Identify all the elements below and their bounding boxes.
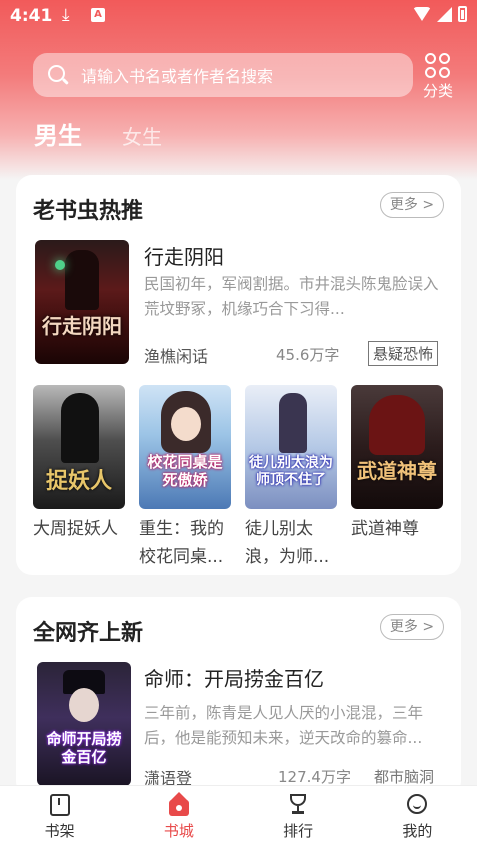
book-word-count: 127.4万字: [278, 768, 351, 786]
nav-label: 我的: [402, 822, 433, 840]
more-button[interactable]: 更多 >: [380, 614, 444, 640]
bookshelf-icon: [48, 794, 72, 816]
status-time: 4:41: [10, 6, 53, 26]
book-word-count: 45.6万字: [276, 346, 340, 364]
more-button[interactable]: 更多 >: [380, 192, 444, 218]
book-cover[interactable]: 捉妖人: [33, 385, 125, 509]
book-title[interactable]: 行走阴阳: [144, 241, 224, 270]
download-icon: ⤓: [62, 5, 70, 25]
nav-profile[interactable]: 我的: [358, 786, 477, 848]
nav-label: 排行: [283, 822, 314, 840]
category-grid-icon: [425, 53, 451, 79]
book-title[interactable]: 徒儿别太浪，为师...: [245, 515, 343, 571]
nav-label: 书城: [163, 822, 194, 840]
app-badge-icon: A: [91, 8, 105, 22]
book-author: 渔樵闲话: [144, 347, 209, 366]
section-title: 全网齐上新: [33, 621, 144, 646]
cover-title: 捉妖人: [45, 468, 112, 494]
book-cover[interactable]: 徒儿别太浪为师顶不住了: [245, 385, 337, 509]
book-cover[interactable]: 行走阴阳: [35, 240, 129, 364]
hot-recommend-card: 老书虫热推 更多 > 行走阴阳 行走阴阳 民国初年，军阀割据。市井混头陈鬼脸误入…: [16, 175, 461, 575]
signal-icon: [437, 6, 452, 22]
genre-tag: 悬疑恐怖: [368, 341, 439, 366]
book-cover[interactable]: 武道神尊: [351, 385, 443, 509]
status-bar: 4:41 ⤓ A: [0, 0, 477, 34]
section-title: 老书虫热推: [33, 199, 144, 224]
search-placeholder: 请输入书名或者作者名搜索: [81, 67, 274, 86]
cover-title: 校花同桌是死傲娇: [147, 453, 223, 489]
search-icon: [47, 64, 69, 86]
profile-icon: [405, 794, 429, 816]
nav-label: 书架: [44, 822, 75, 840]
book-cover[interactable]: 校花同桌是死傲娇: [139, 385, 231, 509]
cover-title: 命师开局捞金百亿: [46, 730, 122, 766]
cover-title: 徒儿别太浪为师顶不住了: [249, 455, 333, 488]
search-input[interactable]: 请输入书名或者作者名搜索: [33, 53, 413, 97]
book-cover[interactable]: 命师开局捞金百亿: [37, 662, 131, 786]
cover-title: 行走阴阳: [42, 314, 122, 338]
tab-female[interactable]: 女生: [122, 121, 162, 150]
nav-ranking[interactable]: 排行: [239, 786, 358, 848]
category-label: 分类: [422, 82, 453, 100]
cover-title: 武道神尊: [357, 459, 437, 483]
bottom-navigation: 书架 书城 排行 我的: [0, 785, 477, 848]
wifi-icon: [413, 7, 431, 21]
book-title[interactable]: 命师：开局捞金百亿: [144, 663, 324, 692]
battery-icon: [458, 6, 467, 22]
nav-bookshelf[interactable]: 书架: [0, 786, 119, 848]
new-release-card: 全网齐上新 更多 > 命师开局捞金百亿 命师：开局捞金百亿 三年前，陈青是人见人…: [16, 597, 461, 797]
book-title[interactable]: 大周捉妖人: [33, 515, 131, 571]
genre-tag: 都市脑洞: [374, 768, 435, 786]
book-description: 三年前，陈青是人见人厌的小混混，三年后，他是能预知未来，逆天改命的篡命...: [144, 704, 424, 747]
book-title[interactable]: 武道神尊: [351, 515, 449, 571]
category-button[interactable]: 分类: [420, 53, 456, 101]
tab-male[interactable]: 男生: [34, 116, 82, 151]
nav-bookstore[interactable]: 书城: [119, 786, 238, 848]
book-title[interactable]: 重生：我的校花同桌...: [139, 515, 237, 571]
bookstore-icon: [167, 792, 191, 816]
trophy-icon: [286, 794, 310, 816]
book-description: 民国初年，军阀割据。市井混头陈鬼脸误入荒坟野冢，机缘巧合下习得...: [144, 275, 439, 318]
